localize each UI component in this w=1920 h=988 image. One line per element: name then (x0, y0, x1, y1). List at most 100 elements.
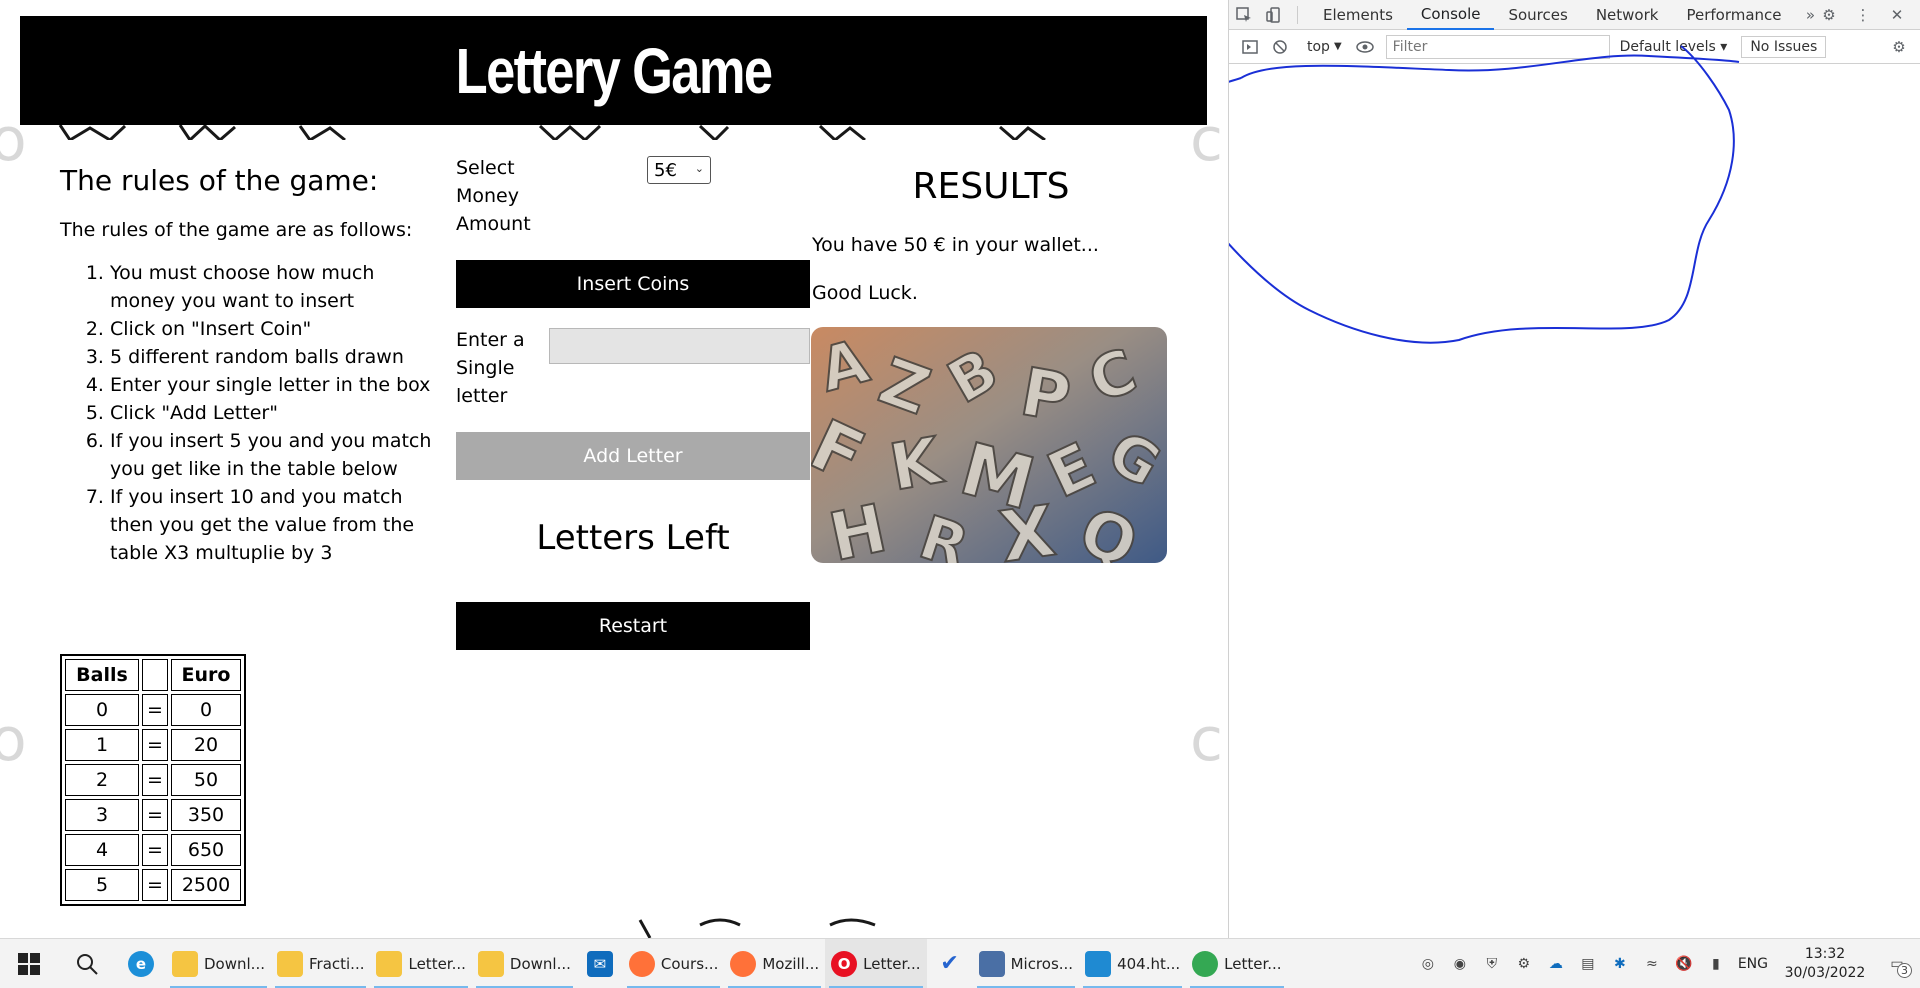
wifi-icon[interactable]: ≈ (1642, 954, 1662, 974)
more-vertical-icon[interactable]: ⋮ (1848, 0, 1878, 30)
divider (1297, 5, 1309, 24)
taskbar-app[interactable]: Mozill... (724, 939, 825, 988)
devtools-actions: ⚙ ⋮ ✕ (1814, 0, 1912, 30)
app-grid-icon (978, 950, 1005, 977)
rule-item: Enter your single letter in the box (110, 371, 440, 399)
taskbar-app[interactable]: Micros... (973, 939, 1080, 988)
tab-elements[interactable]: Elements (1309, 0, 1407, 30)
volume-muted-icon[interactable]: 🔇 (1674, 954, 1694, 974)
log-levels-dropdown[interactable]: Default levels ▾ (1620, 39, 1728, 55)
taskbar-app-label: 404.ht... (1117, 954, 1181, 973)
table-row: 0 = 0 (65, 694, 241, 726)
add-letter-button[interactable]: Add Letter (456, 432, 810, 480)
svg-text:c: c (1190, 705, 1223, 775)
tab-sources[interactable]: Sources (1494, 0, 1581, 30)
euro-cell: 650 (171, 834, 241, 866)
balls-cell: 0 (65, 694, 139, 726)
edge-icon: e (128, 950, 154, 977)
chevron-down-icon: ⌄ (694, 162, 704, 175)
console-filter-input[interactable]: Filter (1385, 34, 1610, 59)
edge-app[interactable]: e (116, 939, 166, 988)
taskbar-app-label: Cours... (660, 954, 719, 973)
rules-list: You must choose how much money you want … (60, 259, 440, 567)
chrome-icon (1192, 950, 1219, 977)
tab-console[interactable]: Console (1406, 0, 1495, 30)
tab-network[interactable]: Network (1582, 0, 1673, 30)
taskbar-app[interactable]: Cours... (623, 939, 724, 988)
money-amount-select[interactable]: 5€ ⌄ (647, 156, 711, 184)
money-amount-value: 5€ (654, 159, 677, 181)
console-toolbar: top ▼ Filter Default levels ▾ No Issues … (1229, 30, 1920, 64)
insert-coins-button[interactable]: Insert Coins (456, 260, 810, 308)
battery-icon[interactable]: ▮ (1706, 954, 1726, 974)
letter-label: Enter a Single letter (456, 329, 525, 407)
devtools-panel: Elements Console Sources Network Perform… (1228, 0, 1920, 938)
gear-tray-icon[interactable]: ⚙ (1514, 954, 1534, 974)
euro-cell: 2500 (171, 869, 241, 901)
balls-cell: 5 (65, 869, 139, 901)
balls-cell: 3 (65, 799, 139, 831)
search-icon (77, 953, 98, 975)
discord-icon[interactable]: ◉ (1450, 954, 1470, 974)
onedrive-icon[interactable]: ☁ (1546, 954, 1566, 974)
taskbar-app[interactable]: Downl... (166, 939, 271, 988)
taskbar-app-label: Downl... (204, 954, 265, 973)
bluetooth-icon[interactable]: ✱ (1610, 954, 1630, 974)
notification-icon[interactable]: ▭ 3 (1882, 954, 1912, 978)
taskbar-app[interactable]: Fracti... (271, 939, 371, 988)
console-settings-icon[interactable]: ⚙ (1884, 32, 1914, 62)
taskbar-app[interactable]: O Letter... (825, 938, 927, 988)
balls-cell: 4 (65, 834, 139, 866)
table-row: 1 = 20 (65, 729, 241, 761)
language-indicator[interactable]: ENG (1738, 956, 1768, 972)
mail-icon: ✉ (586, 950, 613, 977)
rule-item: Click "Add Letter" (110, 399, 440, 427)
luck-message: Good Luck. (812, 282, 918, 304)
taskbar-app-label: Mozill... (762, 954, 820, 973)
title-banner: Lettery Game (20, 16, 1207, 125)
todo-app[interactable]: ✔ (927, 939, 973, 988)
restart-button[interactable]: Restart (456, 602, 810, 650)
windows-taskbar: e Downl... Fracti... Letter... Downl... … (0, 938, 1920, 988)
clock[interactable]: 13:32 30/03/2022 (1780, 945, 1870, 983)
taskbar-app[interactable]: 404.ht... (1079, 939, 1186, 988)
shield-icon[interactable]: ⛨ (1482, 954, 1502, 974)
payout-table: Balls Euro 0 = 0 1 = 20 2 = 50 3 = 350 4… (60, 654, 246, 906)
table-row: 3 = 350 (65, 799, 241, 831)
system-tray: ◎ ◉ ⛨ ⚙ ☁ ▤ ✱ ≈ 🔇 ▮ ENG 13:32 30/03/2022… (1418, 939, 1920, 988)
equals-cell: = (142, 834, 168, 866)
money-amount-label: Select Money Amount (456, 157, 531, 235)
circle-app-icon[interactable]: ◎ (1418, 954, 1438, 974)
device-toolbar-icon[interactable] (1259, 0, 1289, 30)
equals-header (142, 659, 168, 691)
sidebar-toggle-icon[interactable] (1235, 32, 1265, 62)
mail-app[interactable]: ✉ (577, 939, 623, 988)
notification-count: 3 (1897, 963, 1912, 978)
rule-item: You must choose how much money you want … (110, 259, 440, 315)
letter-input[interactable] (549, 328, 810, 364)
folder-icon (477, 950, 504, 977)
eye-icon[interactable] (1350, 32, 1380, 62)
folder-icon (276, 950, 303, 977)
clear-console-icon[interactable] (1265, 32, 1295, 62)
gear-icon[interactable]: ⚙ (1814, 0, 1844, 30)
results-heading: RESULTS (912, 166, 1070, 207)
start-button[interactable] (0, 939, 58, 988)
taskbar-app[interactable]: Downl... (472, 939, 577, 988)
rule-item: Click on "Insert Coin" (110, 315, 440, 343)
tab-performance[interactable]: Performance (1672, 0, 1795, 30)
close-icon[interactable]: ✕ (1882, 0, 1912, 30)
letters-photo: A Z B P C F K M E G H R X Q (811, 327, 1167, 563)
equals-cell: = (142, 694, 168, 726)
storage-icon[interactable]: ▤ (1578, 954, 1598, 974)
inspect-element-icon[interactable] (1229, 0, 1259, 30)
web-page: o o c c Lettery Game The rules of the ga… (0, 0, 1228, 938)
taskbar-app[interactable]: Letter... (370, 939, 471, 988)
taskbar-app[interactable]: Letter... (1186, 939, 1287, 988)
search-button[interactable] (58, 939, 116, 988)
context-selector[interactable]: top ▼ (1299, 39, 1350, 55)
issues-button[interactable]: No Issues (1741, 35, 1827, 58)
balls-cell: 2 (65, 764, 139, 796)
page-title: Lettery Game (455, 34, 773, 107)
checkmark-icon: ✔ (940, 951, 959, 976)
